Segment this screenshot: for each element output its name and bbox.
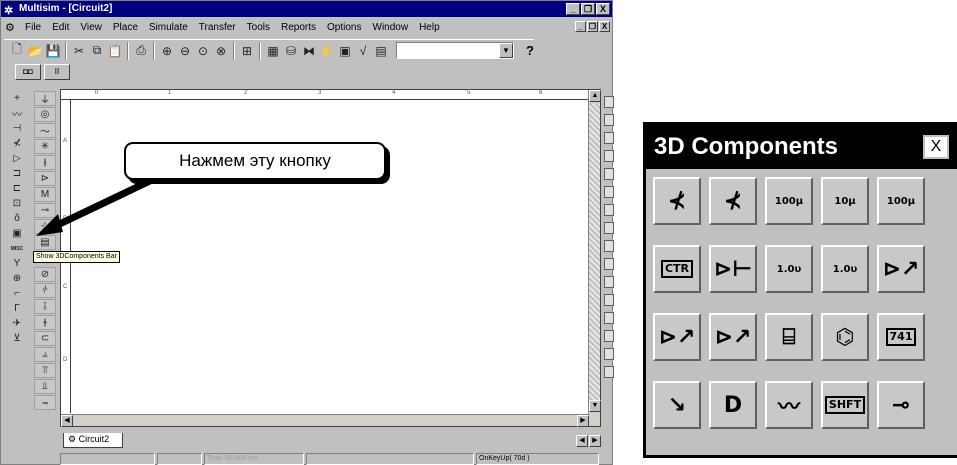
led-red-icon[interactable]: ⊳↗ [653,313,701,361]
led-green-icon[interactable]: ⊳↗ [709,313,757,361]
shift-register-button[interactable]: SHFT [821,381,869,429]
capacitor-10u-button[interactable]: 10μ [821,177,869,225]
callout-box: Нажмем эту кнопку [124,142,386,180]
inductor-icon[interactable]: 〰 [765,381,813,429]
opamp-741-button[interactable]: 741 [877,313,925,361]
capacitor-100p-button[interactable]: 100μ [877,177,925,225]
panel-title: 3D Components [646,125,957,169]
3d-components-panel: 3D Components X ⊀ ⊀ 100μ 10μ 100μ CTR ⊳⊢… [643,122,957,458]
motor-icon[interactable]: ⌬ [821,313,869,361]
led-icon[interactable]: ⊳↗ [877,245,925,293]
callout-arrow [36,176,154,236]
resistor-1-button[interactable]: 1.0υ [765,245,813,293]
relay-icon[interactable]: ⌸ [765,313,813,361]
component-grid: ⊀ ⊀ 100μ 10μ 100μ CTR ⊳⊢ 1.0υ 1.0υ ⊳↗ ⊳↗… [653,177,929,449]
diode-icon[interactable]: ⊳⊢ [709,245,757,293]
panel-close-button[interactable]: X [923,135,949,159]
resistor-2-button[interactable]: 1.0υ [821,245,869,293]
npn-transistor-icon[interactable]: ⊀ [653,177,701,225]
counter-button[interactable]: CTR [653,245,701,293]
switch-icon[interactable]: ⊸ [877,381,925,429]
tooltip: Show 3DComponents Bar [33,251,120,263]
potentiometer-icon[interactable]: ↘ [653,381,701,429]
capacitor-100u-button[interactable]: 100μ [765,177,813,225]
pnp-transistor-icon[interactable]: ⊀ [709,177,757,225]
and-gate-icon[interactable]: D [709,381,757,429]
